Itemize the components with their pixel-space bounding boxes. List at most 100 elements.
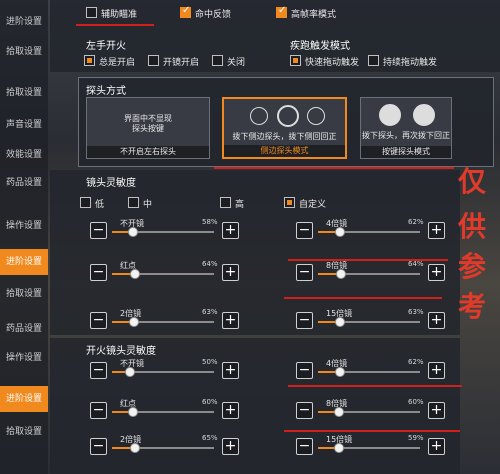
crosshair-icon (277, 105, 299, 127)
lean-left-icon (379, 104, 401, 126)
sidebar-item[interactable]: 操作设置 (0, 345, 48, 371)
watermark-char: 供 (458, 210, 487, 243)
slider-thumb[interactable] (130, 269, 140, 279)
slider-thumb[interactable] (335, 317, 345, 327)
panel-scope-sensitivity (50, 170, 460, 335)
slider-percent: 58% (202, 218, 218, 226)
slider-percent: 62% (408, 358, 424, 366)
increase-button[interactable]: + (428, 402, 445, 419)
sidebar-item[interactable]: 药品设置 (0, 170, 48, 196)
panel-fire-sensitivity (50, 338, 460, 474)
slider-percent: 65% (202, 434, 218, 442)
left-fire-always-label: 总是开启 (99, 58, 136, 68)
sprint-quick-label: 快速拖动触发 (305, 58, 360, 68)
peek-title: 探头方式 (86, 86, 126, 97)
high-fps-label: 高帧率模式 (291, 10, 337, 20)
aim-assist-checkbox[interactable] (86, 7, 97, 18)
decrease-button[interactable]: − (90, 222, 107, 239)
annotation-underline (214, 167, 454, 169)
slider-thumb[interactable] (334, 407, 344, 417)
decrease-button[interactable]: − (296, 402, 313, 419)
sens-custom-checkbox[interactable] (284, 197, 295, 208)
increase-button[interactable]: + (222, 222, 239, 239)
increase-button[interactable]: + (428, 362, 445, 379)
slider-percent: 63% (408, 308, 424, 316)
slider-thumb[interactable] (128, 407, 138, 417)
decrease-button[interactable]: − (296, 222, 313, 239)
sprint-hold-checkbox[interactable] (368, 55, 379, 66)
decrease-button[interactable]: − (90, 264, 107, 281)
sidebar-item[interactable]: 拾取设置 (0, 39, 48, 65)
decrease-button[interactable]: − (296, 264, 313, 281)
sens-low-checkbox[interactable] (80, 197, 91, 208)
slider-thumb[interactable] (335, 367, 345, 377)
sidebar-item[interactable]: 进阶设置 (0, 9, 48, 35)
sens-high-checkbox[interactable] (220, 197, 231, 208)
left-fire-off-checkbox[interactable] (212, 55, 223, 66)
sidebar-item[interactable]: 拾取设置 (0, 419, 48, 445)
slider-percent: 50% (202, 358, 218, 366)
increase-button[interactable]: + (222, 264, 239, 281)
sidebar-item[interactable]: 拾取设置 (0, 281, 48, 307)
increase-button[interactable]: + (222, 362, 239, 379)
sidebar-item[interactable]: 进阶设置 (0, 249, 48, 275)
sidebar-item[interactable]: 拾取设置 (0, 80, 48, 106)
increase-button[interactable]: + (428, 222, 445, 239)
peek-left-icon (250, 107, 268, 125)
slider-thumb[interactable] (130, 443, 140, 453)
decrease-button[interactable]: − (90, 438, 107, 455)
decrease-button[interactable]: − (296, 312, 313, 329)
decrease-button[interactable]: − (90, 402, 107, 419)
increase-button[interactable]: + (428, 264, 445, 281)
sidebar-item[interactable]: 操作设置 (0, 213, 48, 239)
left-fire-scope-checkbox[interactable] (148, 55, 159, 66)
peek-card-off[interactable]: 界面中不显现 探头按键 不开启左右探头 (86, 97, 210, 159)
sens-custom-label: 自定义 (299, 200, 327, 210)
increase-button[interactable]: + (428, 312, 445, 329)
decrease-button[interactable]: − (296, 362, 313, 379)
lean-right-icon (413, 104, 435, 126)
hit-feedback-checkbox[interactable] (180, 5, 191, 18)
slider-percent: 63% (202, 308, 218, 316)
watermark-char: 参 (458, 250, 487, 283)
slider-thumb[interactable] (128, 227, 138, 237)
slider-percent: 59% (408, 434, 424, 442)
sidebar-item[interactable]: 声音设置 (0, 112, 48, 138)
slider-percent: 62% (408, 218, 424, 226)
increase-button[interactable]: + (222, 312, 239, 329)
scope-title: 镜头灵敏度 (86, 178, 136, 189)
sprint-hold-label: 持续拖动触发 (383, 58, 438, 68)
sidebar-item[interactable]: 效能设置 (0, 142, 48, 168)
sprint-quick-checkbox[interactable] (290, 55, 301, 66)
annotation-underline (284, 297, 442, 299)
high-fps-checkbox[interactable] (276, 5, 287, 18)
hit-feedback-label: 命中反馈 (195, 10, 232, 20)
left-fire-title: 左手开火 (86, 41, 126, 52)
slider-percent: 60% (202, 398, 218, 406)
increase-button[interactable]: + (428, 438, 445, 455)
left-fire-always-checkbox[interactable] (84, 55, 95, 66)
sens-mid-checkbox[interactable] (128, 197, 139, 208)
decrease-button[interactable]: − (90, 312, 107, 329)
peek-card-button[interactable]: 拨下探头，再次拨下回正 按键探头模式 (360, 97, 452, 159)
sprint-title: 疾跑触发模式 (290, 41, 350, 52)
left-fire-off-label: 关闭 (227, 58, 246, 68)
slider-thumb[interactable] (336, 269, 346, 279)
increase-button[interactable]: + (222, 402, 239, 419)
peek-card-side[interactable]: 拨下侧边探头，拨下侧回回正 侧边探头模式 (222, 97, 347, 159)
sidebar-item[interactable]: 药品设置 (0, 316, 48, 342)
decrease-button[interactable]: − (90, 362, 107, 379)
slider-thumb[interactable] (335, 227, 345, 237)
annotation-underline (288, 385, 462, 387)
sidebar-item[interactable]: 进阶设置 (0, 386, 48, 412)
annotation-underline (76, 24, 154, 26)
slider-thumb[interactable] (129, 317, 139, 327)
increase-button[interactable]: + (222, 438, 239, 455)
watermark-char: 仅 (458, 165, 487, 198)
decrease-button[interactable]: − (296, 438, 313, 455)
aim-assist-label: 辅助瞄准 (101, 10, 138, 20)
slider-thumb[interactable] (334, 443, 344, 453)
peek-card-button-text: 拨下探头，再次拨下回正 (362, 131, 450, 140)
slider-thumb[interactable] (125, 367, 135, 377)
sens-mid-label: 中 (143, 200, 153, 210)
